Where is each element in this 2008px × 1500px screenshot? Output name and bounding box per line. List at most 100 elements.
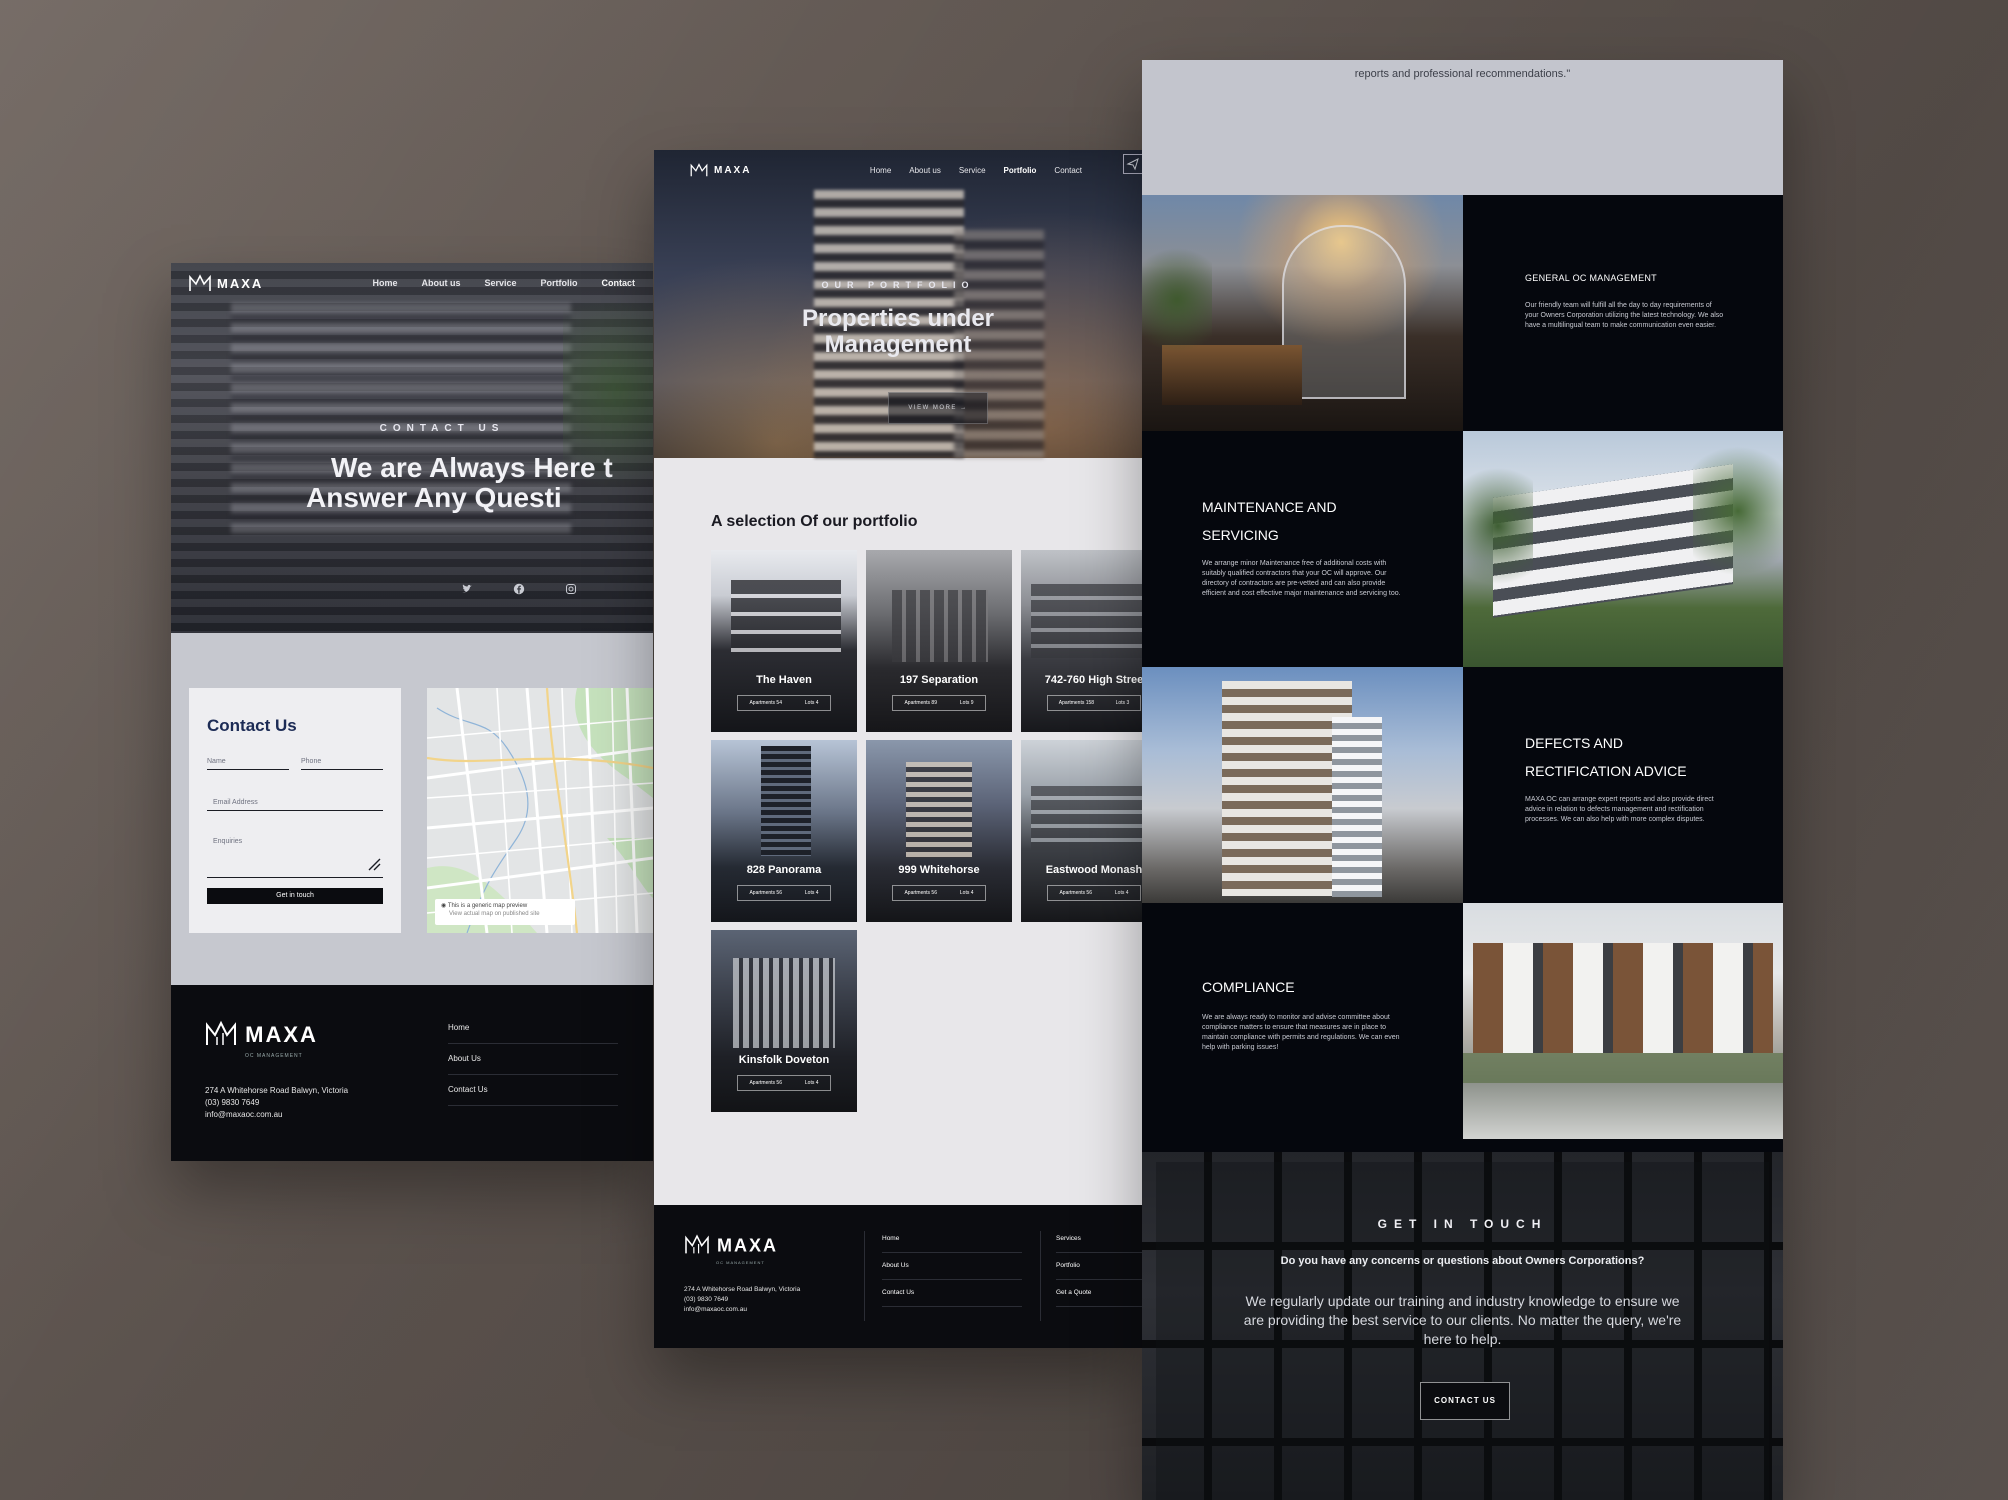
map-preview[interactable]: ◉ This is a generic map preview View act… (427, 688, 653, 933)
footer-divider (1040, 1231, 1041, 1321)
property-card[interactable]: 828 Panorama Apartments 56 Lots 4 (711, 740, 857, 922)
property-name: Kinsfolk Doveton (738, 1054, 830, 1066)
property-image (1031, 786, 1142, 850)
mid-footer: MAXA OC MANAGEMENT 274 A Whitehorse Road… (654, 1205, 1142, 1348)
property-lots: Lots 9 (959, 700, 974, 706)
footer-logo[interactable]: MAXA OC MANAGEMENT (684, 1233, 778, 1265)
nav-home[interactable]: Home (870, 166, 891, 175)
nav-portfolio[interactable]: Portfolio (1004, 166, 1037, 175)
footer-address: 274 A Whitehorse Road Balwyn, Victoria (… (205, 1085, 348, 1121)
map-pin-icon: ◉ (441, 903, 447, 909)
property-card[interactable]: 999 Whitehorse Apartments 56 Lots 4 (866, 740, 1012, 922)
maxa-logo-icon (690, 163, 708, 177)
property-card[interactable]: 197 Separation Apartments 89 Lots 9 (866, 550, 1012, 732)
service-title: GENERAL OC MANAGEMENT (1525, 273, 1657, 283)
service-title: COMPLIANCE (1202, 979, 1295, 995)
nav-contact[interactable]: Contact (1054, 166, 1082, 175)
service-maintenance: MAINTENANCE AND SERVICING We arrange min… (1142, 431, 1462, 667)
enquiries-label: Enquiries (213, 838, 243, 845)
email-address[interactable]: info@maxaoc.com.au (205, 1109, 348, 1121)
map-note-line2: View actual map on published site (449, 911, 540, 917)
footer-link-contact[interactable]: Contact Us (448, 1085, 618, 1106)
footer-brand-sub: OC MANAGEMENT (716, 1260, 765, 1265)
mid-nav: MAXA Home About us Service Portfolio Con… (654, 150, 1142, 190)
property-card[interactable]: 742-760 High Stree Apartments 158 Lots 3 (1021, 550, 1142, 732)
resize-handle-icon[interactable] (367, 857, 381, 873)
footer-link-quote[interactable]: Get a Quote (1056, 1289, 1142, 1307)
nav-about[interactable]: About us (909, 166, 941, 175)
hero-title-line2: Answer Any Questi (306, 482, 562, 513)
property-image (733, 958, 835, 1048)
property-stats: Apartments 56 Lots 4 (892, 885, 986, 901)
property-card[interactable]: Eastwood Monash Apartments 56 Lots 4 (1021, 740, 1142, 922)
portfolio-page-mockup: MAXA Home About us Service Portfolio Con… (654, 150, 1142, 1348)
contact-section: Contact Us Name Phone Email Address Enqu… (171, 633, 653, 985)
brand-name: MAXA (217, 275, 264, 291)
townhouses-image (1463, 903, 1783, 1139)
hero-title-line1: Properties under (801, 305, 995, 332)
property-apartments: Apartments 56 (749, 890, 782, 896)
service-text: Our friendly team will fulfill all the d… (1525, 302, 1724, 329)
footer-link-home[interactable]: Home (448, 1023, 618, 1044)
facebook-icon[interactable] (513, 583, 525, 595)
property-name: Eastwood Monash (1045, 864, 1142, 876)
nav-portfolio[interactable]: Portfolio (541, 278, 578, 288)
service-title-line2: RECTIFICATION ADVICE (1525, 763, 1687, 779)
enquiries-field[interactable]: Enquiries (207, 838, 383, 878)
footer-brand-name: MAXA (245, 1021, 318, 1047)
phone-number[interactable]: (03) 9830 7649 (205, 1097, 348, 1109)
hero-title-line2: Management (824, 331, 972, 358)
hero-title: Properties under Management (654, 306, 1142, 358)
footer-divider (864, 1231, 865, 1321)
property-apartments: Apartments 56 (749, 1080, 782, 1086)
property-image (1031, 584, 1142, 658)
email-address[interactable]: info@maxaoc.com.au (684, 1305, 800, 1315)
service-title-line1: DEFECTS AND (1525, 735, 1624, 751)
contact-form: Contact Us Name Phone Email Address Enqu… (189, 688, 401, 933)
footer-link-services[interactable]: Services (1056, 1235, 1142, 1253)
nav-about[interactable]: About us (421, 278, 460, 288)
instagram-icon[interactable] (565, 583, 577, 595)
get-in-touch-button[interactable]: Get in touch (207, 888, 383, 904)
footer-logo-icon (205, 1019, 237, 1053)
footer-link-contact[interactable]: Contact Us (882, 1289, 1022, 1307)
left-nav-links: Home About us Service Portfolio Contact (372, 278, 635, 288)
nav-contact[interactable]: Contact (602, 278, 636, 288)
property-name: 999 Whitehorse (898, 864, 980, 876)
get-in-touch-text: We regularly update our training and ind… (1243, 1293, 1682, 1347)
name-field[interactable]: Name (207, 758, 289, 770)
property-lots: Lots 4 (804, 890, 819, 896)
footer-logo[interactable]: MAXA OC MANAGEMENT (205, 1019, 318, 1059)
apartment-complex-image (1463, 431, 1783, 667)
property-stats: Apartments 158 Lots 3 (1047, 695, 1141, 711)
phone-field[interactable]: Phone (301, 758, 383, 770)
footer-links-col1: Home About Us Contact Us (882, 1235, 1022, 1316)
phone-number[interactable]: (03) 9830 7649 (684, 1295, 800, 1305)
property-card[interactable]: Kinsfolk Doveton Apartments 56 Lots 4 (711, 930, 857, 1112)
footer-link-home[interactable]: Home (882, 1235, 1022, 1253)
email-field[interactable]: Email Address (207, 799, 383, 811)
brand-logo[interactable]: MAXA (189, 274, 263, 292)
property-lots: Lots 4 (804, 1080, 819, 1086)
map-roads (427, 688, 653, 933)
nav-service[interactable]: Service (484, 278, 516, 288)
footer-brand-sub: OC MANAGEMENT (245, 1053, 303, 1059)
nav-service[interactable]: Service (959, 166, 986, 175)
footer-link-about[interactable]: About Us (448, 1054, 618, 1075)
property-stats: Apartments 56 Lots 4 (737, 1075, 831, 1091)
address-line: 274 A Whitehorse Road Balwyn, Victoria (684, 1286, 801, 1293)
service-title-line1: MAINTENANCE AND (1202, 499, 1337, 515)
testimonial-quote: reports and professional recommendations… (1354, 68, 1571, 80)
contact-us-button[interactable]: CONTACT US (1420, 1382, 1510, 1420)
view-more-button[interactable]: VIEW MORE → (888, 392, 988, 424)
property-card[interactable]: The Haven Apartments 54 Lots 4 (711, 550, 857, 732)
footer-link-portfolio[interactable]: Portfolio (1056, 1262, 1142, 1280)
residential-tower-image (1142, 667, 1463, 903)
twitter-icon[interactable] (461, 583, 473, 595)
nav-home[interactable]: Home (372, 278, 397, 288)
property-apartments: Apartments 56 (904, 890, 937, 896)
property-image (731, 580, 841, 660)
footer-links: Home About Us Contact Us (448, 1023, 618, 1116)
brand-logo[interactable]: MAXA (690, 163, 751, 177)
footer-link-about[interactable]: About Us (882, 1262, 1022, 1280)
